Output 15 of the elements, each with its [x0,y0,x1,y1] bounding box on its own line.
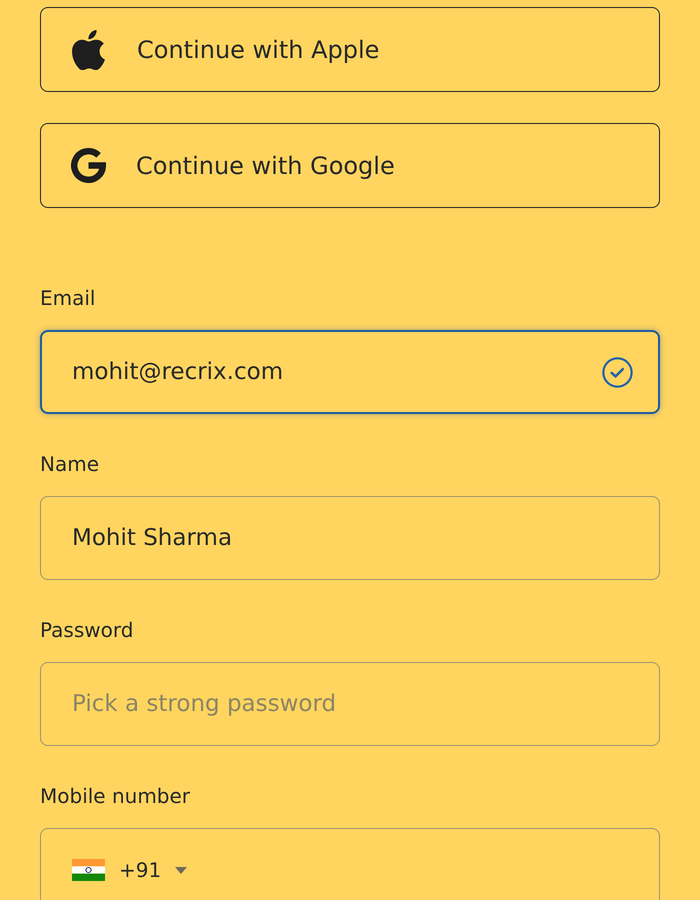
caret-icon [175,866,188,874]
g-logo-icon [71,148,106,183]
social-login-button[interactable]: Continue with Apple [40,7,660,92]
password-field[interactable]: Pick a strong password [40,662,660,746]
email-field[interactable]: mohit@recrix.com [40,330,660,414]
apple-icon [71,30,107,70]
flag-icon [72,859,105,881]
social-login-button[interactable]: Continue with Google [40,123,660,208]
country-code-dropdown[interactable]: +91 [72,858,188,882]
phone-field[interactable]: +91 [40,828,660,900]
field-label: Mobile number [40,784,190,808]
field-label: Name [40,452,100,476]
field-label: Password [40,618,134,642]
field-label: Email [40,286,96,310]
name-field[interactable]: Mohit Sharma [40,496,660,580]
